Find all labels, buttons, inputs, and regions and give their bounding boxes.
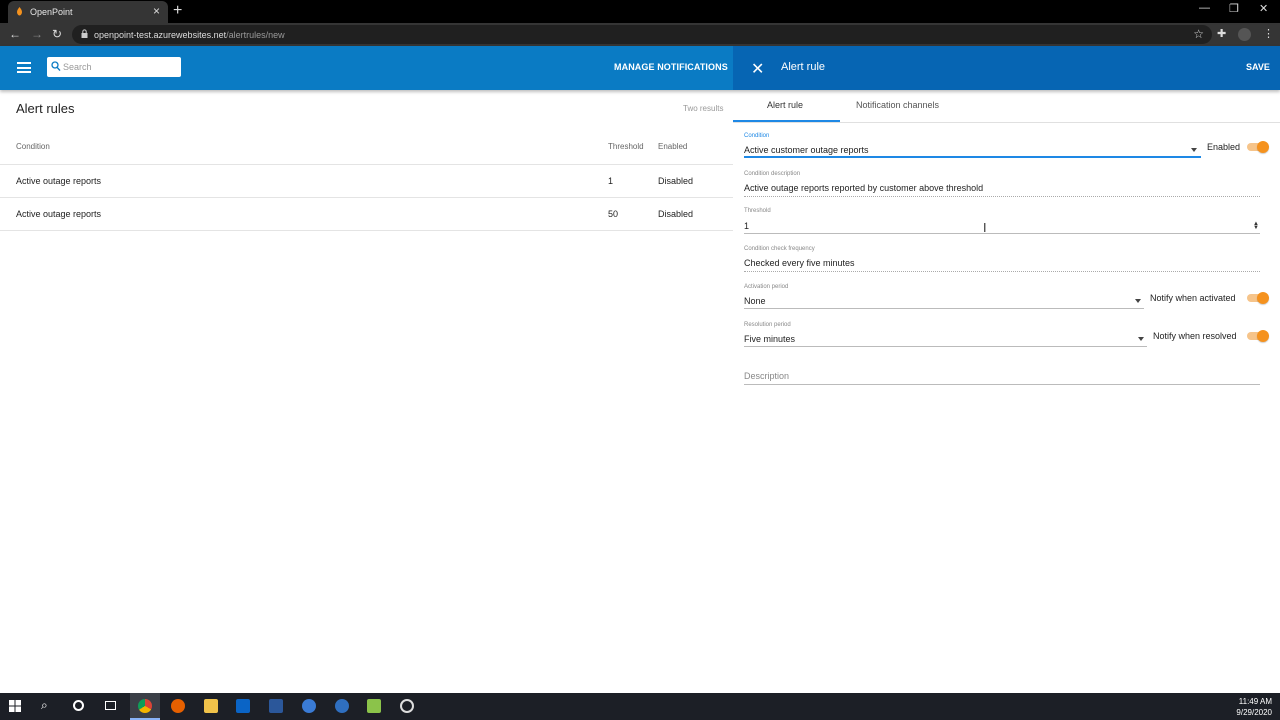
row-enabled: Disabled [658, 176, 694, 186]
browser-tab-title: OpenPoint [30, 7, 73, 17]
condition-underline [744, 156, 1201, 158]
activation-period-select[interactable]: None [744, 296, 766, 306]
taskbar-search-icon[interactable]: ⌕ [32, 693, 62, 720]
close-window-icon[interactable]: ✕ [1259, 2, 1268, 15]
forward-icon[interactable]: → [31, 27, 43, 41]
save-button[interactable]: SAVE [1246, 62, 1270, 72]
chevron-down-icon[interactable] [1138, 337, 1144, 341]
browser-tab-strip: OpenPoint × + — ❐ ✕ [0, 0, 1280, 23]
row-threshold: 50 [608, 209, 619, 219]
notify-resolved-toggle[interactable] [1245, 330, 1269, 342]
notify-activated-label: Notify when activated [1150, 293, 1236, 303]
task-view-icon[interactable] [96, 693, 126, 720]
check-frequency-value: Checked every five minutes [744, 258, 855, 268]
activation-period-label: Activation period [744, 284, 789, 290]
threshold-stepper[interactable]: ▲ ▼ [1253, 221, 1259, 231]
enabled-toggle[interactable] [1245, 141, 1269, 153]
resolution-period-select[interactable]: Five minutes [744, 334, 795, 344]
restore-icon[interactable]: ❐ [1229, 2, 1239, 15]
tab-alert-rule[interactable]: Alert rule [767, 100, 803, 110]
url-text: openpoint-test.azurewebsites.net/alertru… [94, 30, 285, 40]
condition-select[interactable]: Active customer outage reports [744, 145, 869, 155]
row-condition: Active outage reports [16, 176, 102, 186]
clock-app-icon[interactable] [392, 693, 422, 720]
cortana-icon[interactable] [64, 693, 94, 720]
start-button[interactable] [0, 693, 30, 720]
divider [733, 122, 1280, 123]
close-panel-icon[interactable]: ✕ [751, 59, 764, 79]
condition-description-label: Condition description [744, 171, 801, 177]
resolution-underline [744, 346, 1147, 347]
table-row[interactable]: Active outage reports 50 Disabled [0, 197, 733, 230]
browser-tab[interactable]: OpenPoint × [8, 1, 168, 23]
column-header-threshold[interactable]: Threshold [608, 142, 644, 151]
menu-icon[interactable] [17, 62, 31, 73]
address-bar[interactable]: openpoint-test.azurewebsites.net/alertru… [72, 25, 1212, 44]
extensions-icon[interactable]: ✚ [1217, 27, 1226, 40]
taskbar: ⌕ 11:49 AM 9/29/2020 [0, 693, 1280, 720]
clock-time: 11:49 AM [1238, 697, 1272, 706]
close-tab-icon[interactable]: × [153, 4, 160, 18]
reload-icon[interactable]: ↻ [52, 27, 62, 41]
search-input[interactable] [63, 60, 173, 74]
browser-menu-icon[interactable]: ⋮ [1263, 27, 1274, 40]
back-icon[interactable]: ← [9, 27, 21, 41]
check-frequency-label: Condition check frequency [744, 246, 815, 252]
firefox-taskbar-icon[interactable] [163, 693, 193, 720]
file-explorer-icon[interactable] [196, 693, 226, 720]
notepad-plus-icon[interactable] [359, 693, 389, 720]
row-condition: Active outage reports [16, 209, 102, 219]
page-title: Alert rules [16, 101, 75, 116]
chevron-down-icon[interactable] [1135, 299, 1141, 303]
chevron-down-icon[interactable] [1191, 148, 1197, 152]
notify-activated-toggle[interactable] [1245, 292, 1269, 304]
row-enabled: Disabled [658, 209, 694, 219]
table-row[interactable]: Active outage reports 1 Disabled [0, 164, 733, 197]
results-count: Two results [683, 104, 724, 113]
openpoint-favicon-icon [17, 7, 22, 16]
system-clock[interactable]: 11:49 AM 9/29/2020 [1236, 696, 1272, 718]
threshold-underline [744, 233, 1260, 234]
description-underline [744, 384, 1260, 385]
divider [744, 196, 1260, 197]
condition-label: Condition [744, 133, 770, 139]
manage-notifications-button[interactable]: MANAGE NOTIFICATIONS [614, 62, 728, 72]
row-threshold: 1 [608, 176, 614, 186]
column-header-condition[interactable]: Condition [16, 142, 50, 151]
search-icon [51, 61, 61, 72]
condition-description-value: Active outage reports reported by custom… [744, 183, 984, 193]
column-header-enabled[interactable]: Enabled [658, 142, 687, 151]
chrome-taskbar-icon[interactable] [130, 693, 160, 720]
enabled-label: Enabled [1207, 142, 1241, 152]
bookmark-star-icon[interactable]: ☆ [1193, 27, 1204, 41]
minimize-icon[interactable]: — [1199, 2, 1210, 14]
divider [744, 271, 1260, 272]
profile-avatar[interactable] [1238, 28, 1251, 41]
lock-icon [81, 29, 88, 38]
tab-notification-channels[interactable]: Notification channels [856, 100, 939, 110]
panel-title: Alert rule [781, 61, 826, 73]
clock-date: 9/29/2020 [1236, 708, 1272, 717]
browser-toolbar: ← → ↻ openpoint-test.azurewebsites.net/a… [0, 23, 1280, 46]
threshold-input[interactable]: 1 [744, 221, 749, 231]
threshold-label: Threshold [744, 208, 771, 214]
resolution-period-label: Resolution period [744, 322, 791, 328]
app-globe-2-icon[interactable] [327, 693, 357, 720]
divider [0, 230, 733, 231]
search-box[interactable] [47, 57, 181, 77]
word-icon[interactable] [261, 693, 291, 720]
notify-resolved-label: Notify when resolved [1153, 331, 1237, 341]
outlook-icon[interactable] [228, 693, 258, 720]
app-globe-icon[interactable] [294, 693, 324, 720]
activation-underline [744, 308, 1144, 309]
new-tab-icon[interactable]: + [173, 2, 182, 20]
description-field[interactable]: Description [744, 371, 789, 381]
windows-icon [9, 700, 21, 712]
